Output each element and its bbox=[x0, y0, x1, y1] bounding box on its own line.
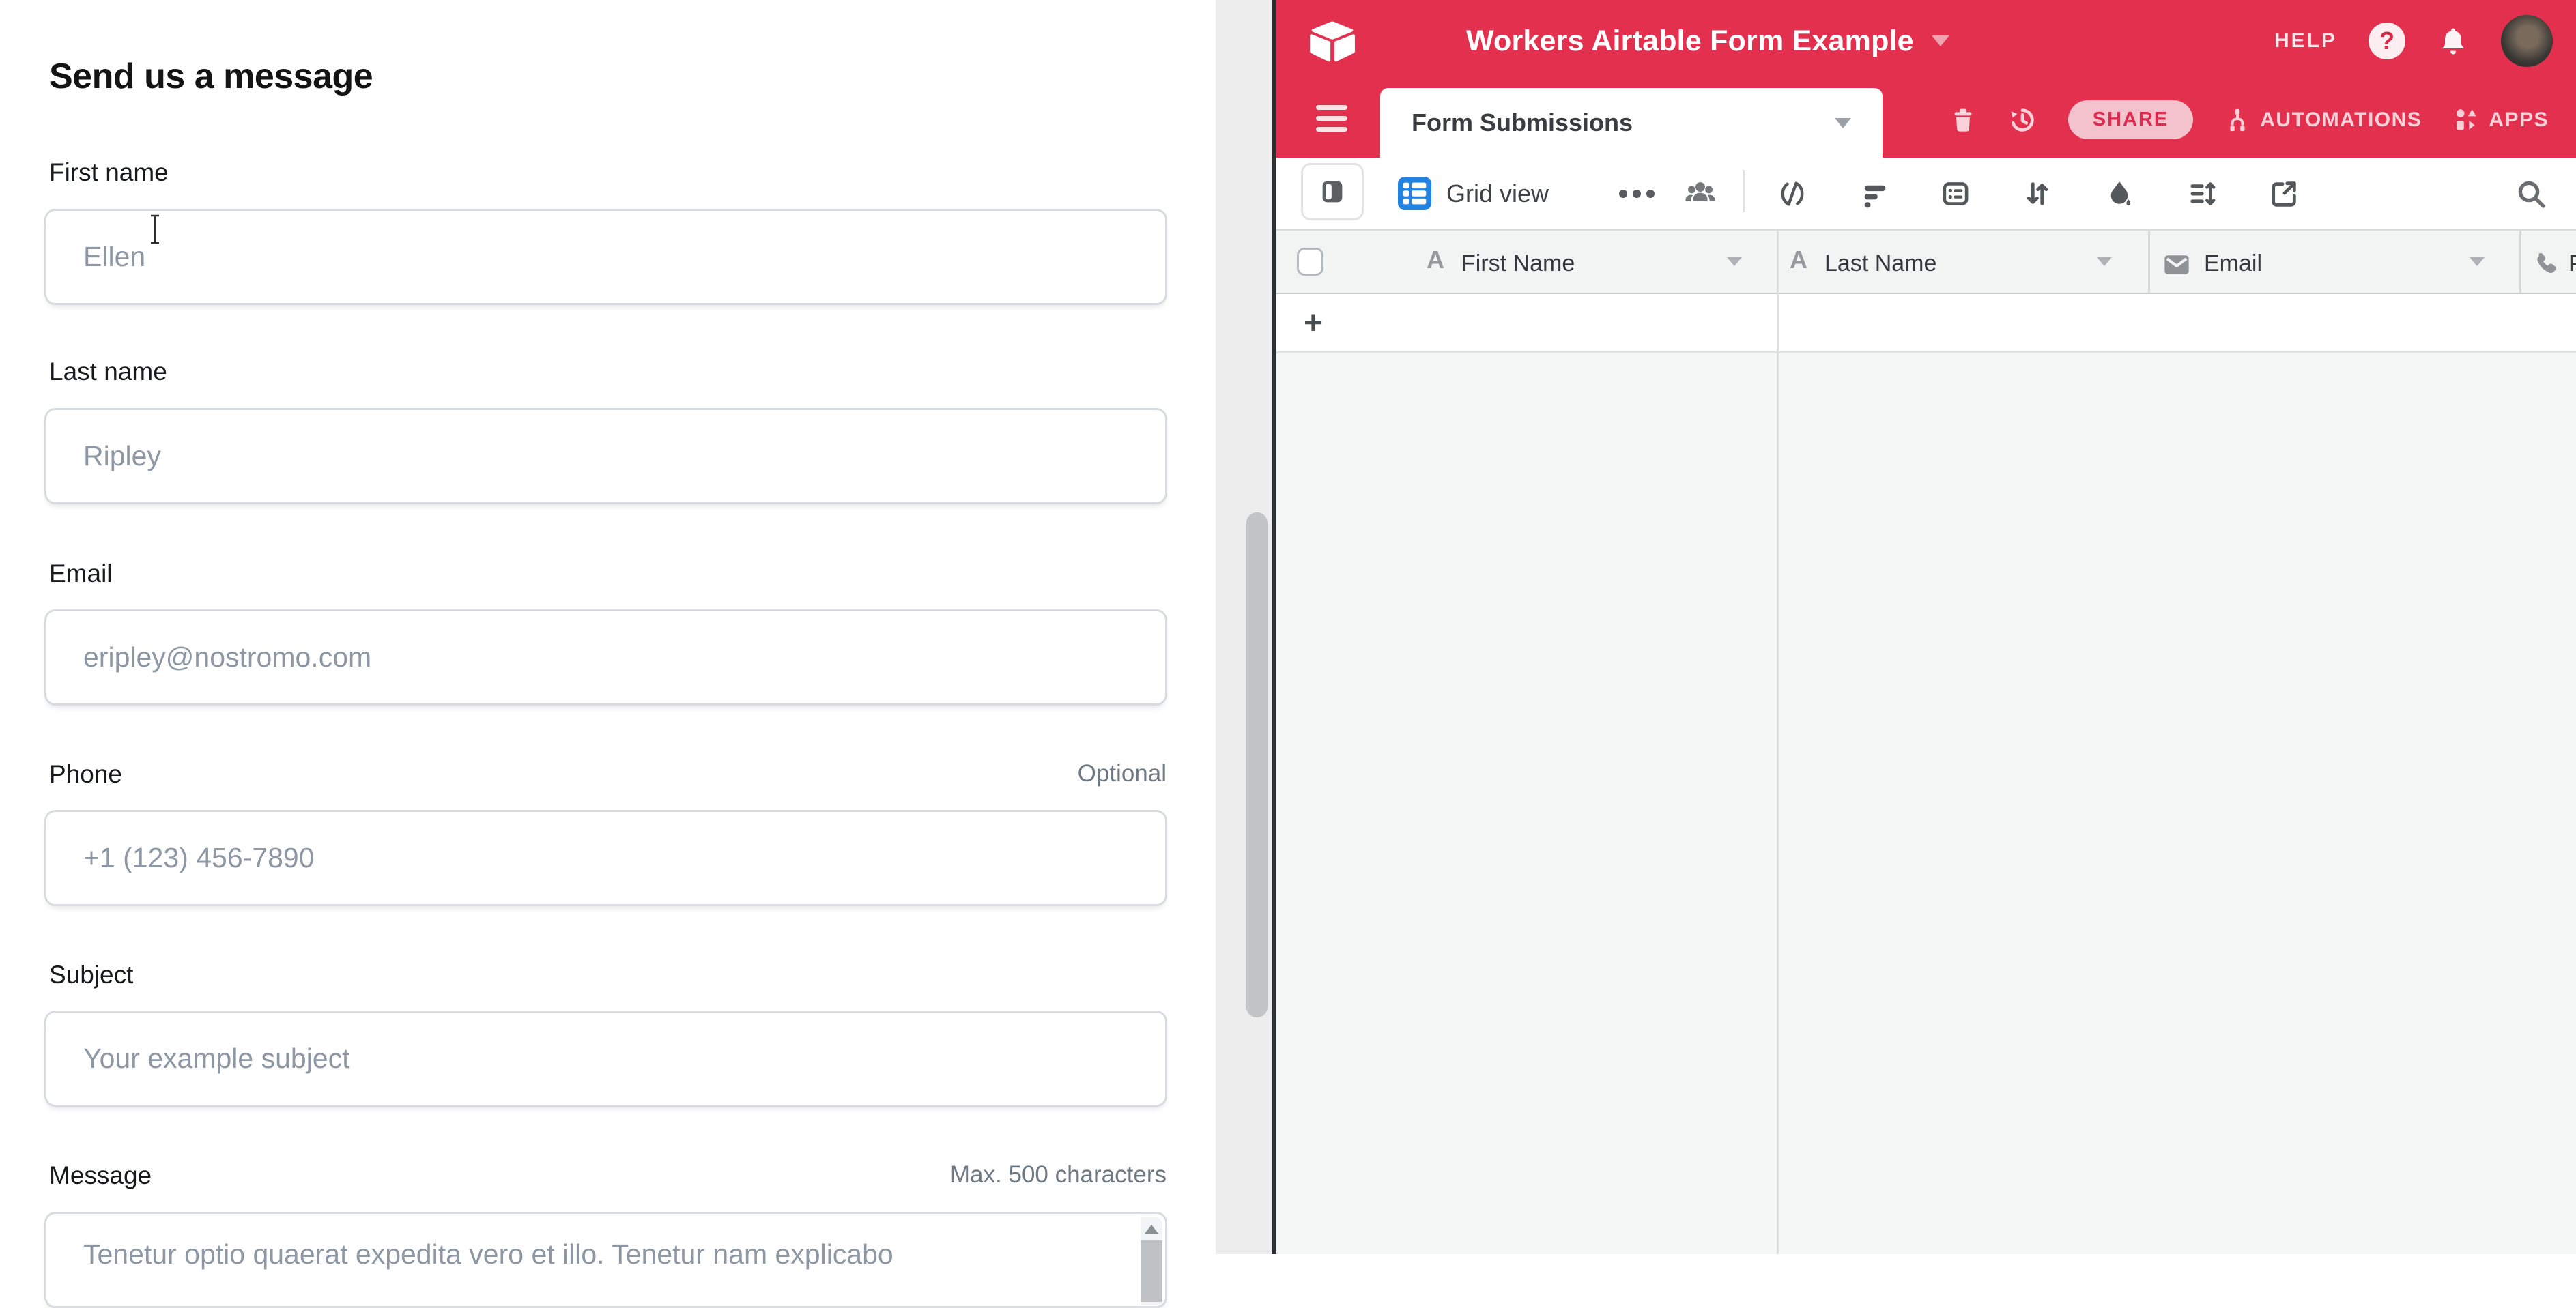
message-textarea[interactable]: Tenetur optio quaerat expedita vero et i… bbox=[44, 1212, 1167, 1308]
tab-form-submissions[interactable]: Form Submissions bbox=[1380, 88, 1883, 158]
first-name-input[interactable]: Ellen bbox=[44, 209, 1167, 305]
phone-field-type-icon bbox=[2532, 249, 2562, 279]
search-icon[interactable] bbox=[2515, 158, 2547, 229]
grid-empty-area bbox=[1276, 355, 2576, 1254]
textarea-scrollbar-thumb[interactable] bbox=[1141, 1240, 1162, 1302]
base-title-caret-icon[interactable] bbox=[1932, 35, 1949, 46]
pane-divider[interactable] bbox=[1272, 0, 1276, 1254]
share-view-icon[interactable] bbox=[2268, 158, 2300, 229]
sort-icon[interactable] bbox=[2022, 158, 2053, 229]
column-divider[interactable] bbox=[2519, 231, 2521, 293]
row-height-icon[interactable] bbox=[2186, 158, 2218, 229]
grid-view-icon bbox=[1398, 177, 1431, 210]
message-placeholder: Tenetur optio quaerat expedita vero et i… bbox=[83, 1238, 893, 1270]
airtable-logo-icon[interactable] bbox=[1306, 15, 1358, 67]
base-title[interactable]: Workers Airtable Form Example bbox=[1466, 25, 1914, 58]
hamburger-menu-icon[interactable] bbox=[1316, 105, 1347, 132]
history-icon[interactable] bbox=[2007, 104, 2038, 136]
frozen-column-divider bbox=[1777, 231, 1779, 1254]
last-name-label: Last name bbox=[49, 358, 167, 386]
collaborators-icon[interactable] bbox=[1682, 158, 1719, 229]
email-label: Email bbox=[49, 559, 113, 588]
add-row[interactable]: + bbox=[1276, 294, 2576, 353]
left-pane-scrollbar-track[interactable] bbox=[1216, 0, 1272, 1254]
help-menu[interactable]: HELP bbox=[2274, 29, 2337, 53]
column-header-last-name[interactable]: Last Name bbox=[1824, 250, 1936, 277]
column-header-first-name[interactable]: First Name bbox=[1461, 250, 1575, 277]
color-icon[interactable] bbox=[2104, 158, 2135, 229]
airtable-app-bar: Workers Airtable Form Example HELP ? bbox=[1276, 0, 2576, 82]
textarea-scrollbar[interactable] bbox=[1141, 1217, 1162, 1305]
email-field-type-icon bbox=[2161, 249, 2192, 280]
text-cursor-icon bbox=[149, 214, 160, 244]
message-maxlength-helper: Max. 500 characters bbox=[950, 1161, 1167, 1189]
subject-placeholder: Your example subject bbox=[83, 1043, 350, 1075]
toolbar-divider bbox=[1743, 170, 1745, 212]
column-caret-icon[interactable] bbox=[1727, 257, 1742, 266]
email-input[interactable]: eripley@nostromo.com bbox=[44, 609, 1167, 706]
help-question-icon[interactable]: ? bbox=[2369, 23, 2405, 59]
apps-button[interactable]: APPS bbox=[2452, 106, 2549, 134]
view-options-ellipsis-icon[interactable] bbox=[1619, 158, 1655, 229]
view-sidebar-toggle-button[interactable] bbox=[1301, 163, 1364, 220]
share-button[interactable]: SHARE bbox=[2068, 100, 2194, 139]
view-toolbar: Grid view bbox=[1276, 158, 2576, 229]
column-caret-icon[interactable] bbox=[2097, 257, 2112, 266]
select-all-checkbox[interactable] bbox=[1297, 248, 1323, 276]
text-field-type-icon: A bbox=[1790, 246, 1807, 274]
column-header-phone[interactable]: Phone bbox=[2568, 250, 2576, 277]
airtable-pane: Workers Airtable Form Example HELP ? For… bbox=[1276, 0, 2576, 1254]
phone-optional-helper: Optional bbox=[1078, 760, 1167, 787]
trash-icon[interactable] bbox=[1949, 106, 1977, 134]
table-caret-icon[interactable] bbox=[1835, 118, 1851, 128]
automations-label: AUTOMATIONS bbox=[2260, 108, 2422, 132]
user-avatar[interactable] bbox=[2501, 15, 2553, 67]
last-name-input[interactable]: Ripley bbox=[44, 408, 1167, 504]
automations-button[interactable]: AUTOMATIONS bbox=[2223, 106, 2422, 134]
phone-input[interactable]: +1 (123) 456-7890 bbox=[44, 810, 1167, 906]
active-table-name: Form Submissions bbox=[1412, 108, 1633, 137]
subject-input[interactable]: Your example subject bbox=[44, 1011, 1167, 1107]
text-field-type-icon: A bbox=[1427, 246, 1444, 274]
notifications-bell-icon[interactable] bbox=[2437, 25, 2470, 57]
left-pane-scrollbar-thumb[interactable] bbox=[1246, 512, 1268, 1017]
message-label: Message bbox=[49, 1161, 152, 1190]
apps-label: APPS bbox=[2489, 108, 2549, 132]
email-placeholder: eripley@nostromo.com bbox=[83, 641, 371, 673]
filter-icon[interactable] bbox=[1859, 158, 1891, 229]
last-name-placeholder: Ripley bbox=[83, 440, 161, 472]
subject-label: Subject bbox=[49, 961, 133, 989]
hide-fields-icon[interactable] bbox=[1777, 158, 1808, 229]
first-name-label: First name bbox=[49, 158, 169, 187]
phone-placeholder: +1 (123) 456-7890 bbox=[83, 842, 315, 874]
grid-header-row: A First Name A Last Name Email Phone bbox=[1276, 229, 2576, 294]
column-divider[interactable] bbox=[2148, 231, 2150, 293]
first-name-placeholder: Ellen bbox=[83, 241, 145, 273]
phone-label: Phone bbox=[49, 760, 122, 789]
add-row-plus-icon[interactable]: + bbox=[1304, 294, 1323, 351]
view-name: Grid view bbox=[1446, 179, 1549, 208]
table-tab-bar: Form Submissions SHARE bbox=[1276, 82, 2576, 158]
scroll-up-arrow-icon[interactable] bbox=[1145, 1225, 1158, 1234]
view-switcher[interactable]: Grid view bbox=[1398, 158, 1549, 229]
contact-form-pane: Send us a message First name Ellen Last … bbox=[0, 0, 1216, 1254]
group-icon[interactable] bbox=[1940, 158, 1971, 229]
column-caret-icon[interactable] bbox=[2470, 257, 2485, 266]
column-header-email[interactable]: Email bbox=[2204, 250, 2262, 277]
form-heading: Send us a message bbox=[49, 56, 373, 97]
